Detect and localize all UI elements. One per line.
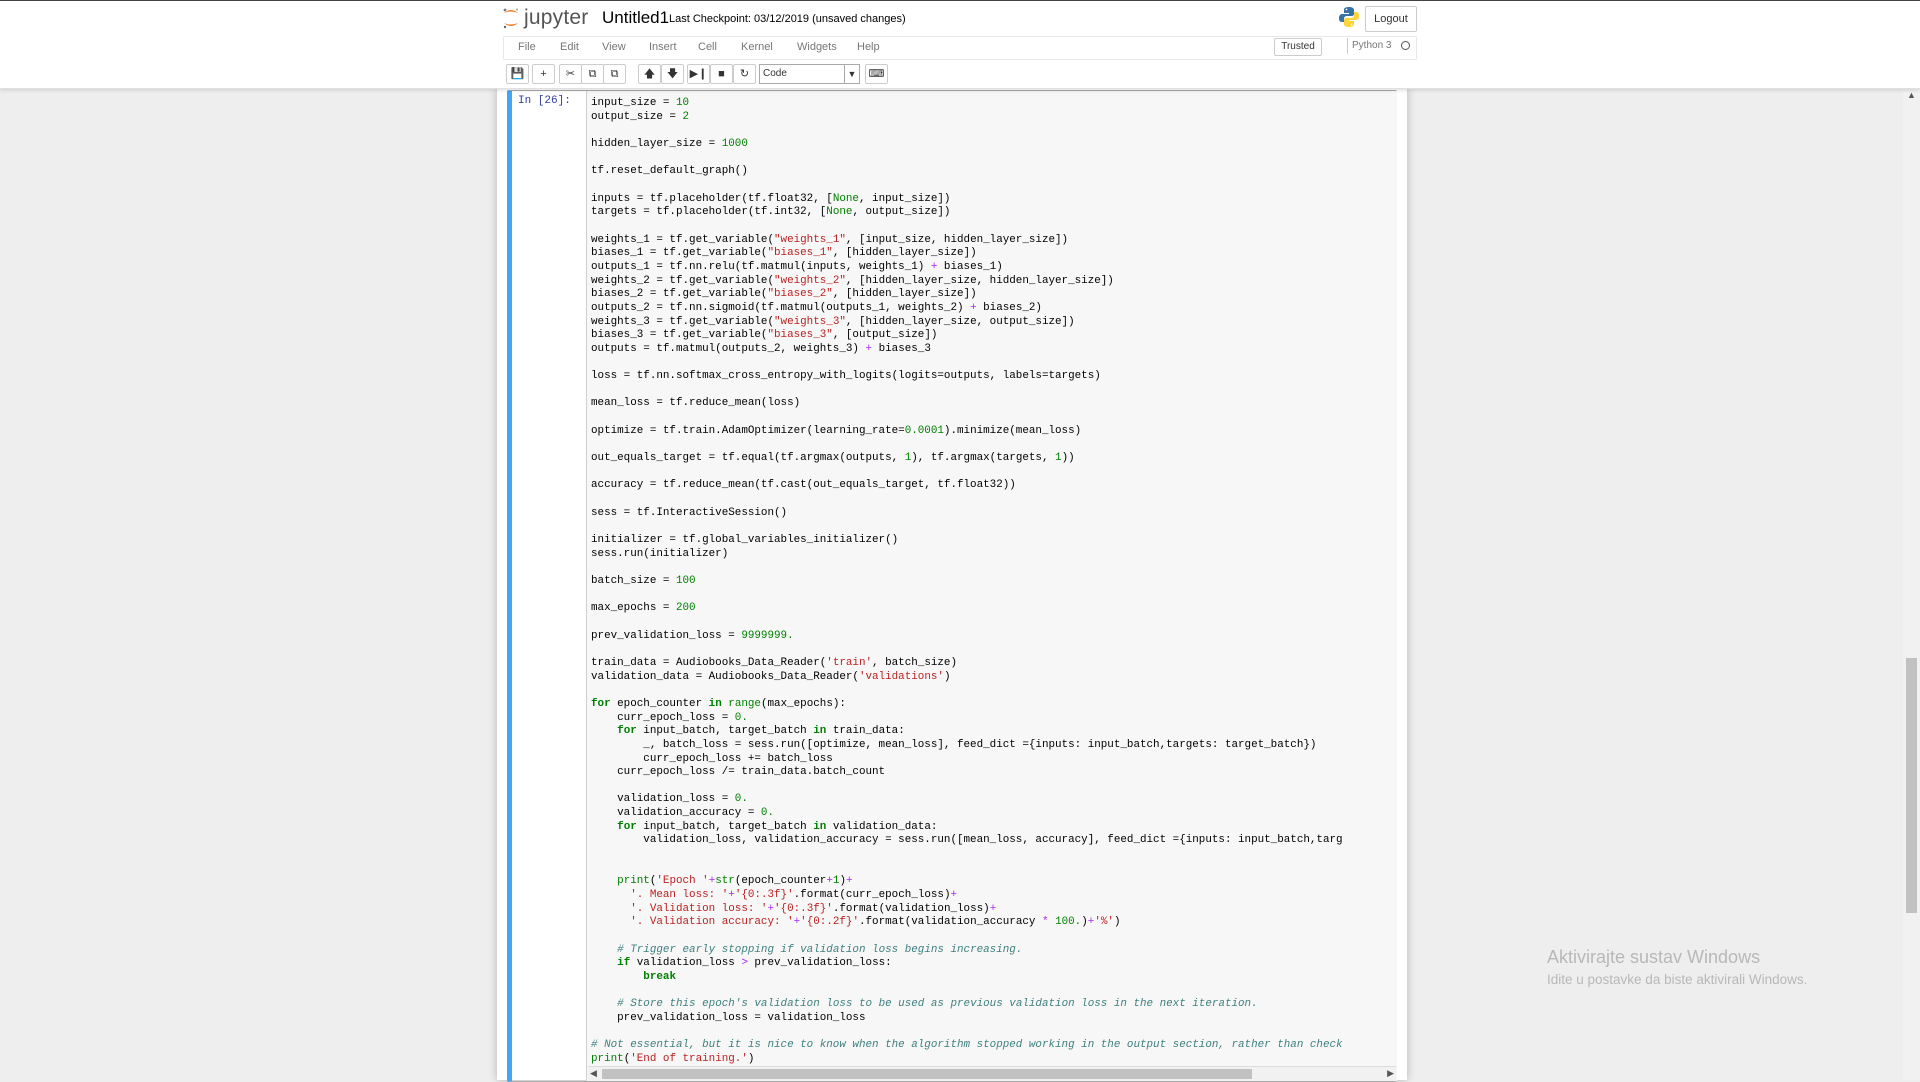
menu-kernel[interactable]: Kernel [741,41,773,53]
jupyter-logo-icon [503,8,518,29]
input-prompt: In [26]: [518,95,571,107]
header-top-bar: jupyter Untitled1 Last Checkpoint: 03/12… [0,0,1920,35]
copy-icon: ⧉ [588,68,597,80]
refresh-icon: ↻ [739,68,750,80]
notebook-container: In [26]: input_size = 10 output_size = 2… [497,88,1407,1082]
menu-widgets[interactable]: Widgets [797,41,837,53]
stop-icon: ■ [718,68,725,80]
insert-cell-button[interactable]: + [532,64,555,84]
kernel-divider [1347,38,1348,54]
plus-icon: + [540,68,547,80]
cut-icon: ✂ [565,68,576,80]
keyboard-icon: ⌨ [868,68,885,80]
kernel-idle-indicator-icon [1401,41,1410,50]
arrow-up-icon: 🡅 [643,68,656,80]
trusted-indicator[interactable]: Trusted [1274,38,1322,56]
windows-activation-title: Aktivirajte sustav Windows [1547,947,1761,967]
kernel-name: Python 3 [1352,40,1392,51]
vertical-scroll-thumb[interactable] [1906,658,1917,913]
menu-insert[interactable]: Insert [649,41,677,53]
code-editor[interactable]: input_size = 10 output_size = 2 hidden_l… [586,91,1397,1081]
move-cell-down-button[interactable]: 🡇 [661,64,684,84]
move-cell-up-button[interactable]: 🡅 [638,64,661,84]
save-button[interactable]: 💾 [506,64,529,84]
interrupt-kernel-button[interactable]: ■ [710,64,733,84]
arrow-down-icon: 🡇 [666,68,679,80]
menu-edit[interactable]: Edit [560,41,579,53]
windows-activation-subtitle: Idite u postavke da biste aktivirali Win… [1547,972,1808,987]
horizontal-scroll-thumb[interactable] [602,1069,1252,1079]
menu-file[interactable]: File [518,41,536,53]
step-forward-icon: ▶❙ [689,68,708,80]
jupyter-logo[interactable]: jupyter [502,4,588,32]
jupyter-logo-text: jupyter [524,6,589,29]
horizontal-scrollbar[interactable]: ◀ ▶ [588,1066,1396,1081]
paste-icon: ⧉ [610,68,619,80]
command-palette-button[interactable]: ⌨ [865,64,888,84]
menu-view[interactable]: View [602,41,626,53]
run-cell-button[interactable]: ▶❙ [687,64,710,84]
notebook-header: jupyter Untitled1 Last Checkpoint: 03/12… [0,0,1920,89]
scroll-left-icon[interactable]: ◀ [590,1068,597,1079]
chevron-down-icon: ▼ [844,65,859,83]
cell-type-value: Code [763,68,787,79]
notebook-name[interactable]: Untitled1 [602,8,669,28]
save-icon: 💾 [510,68,525,80]
logout-button[interactable]: Logout [1365,6,1417,32]
paste-cell-button[interactable]: ⧉ [603,64,626,84]
menu-help[interactable]: Help [857,41,880,53]
code-text[interactable]: input_size = 10 output_size = 2 hidden_l… [591,97,1343,1067]
page-vertical-scrollbar[interactable]: ▲ [1903,88,1920,1080]
python-logo-icon [1338,6,1360,33]
menu-cell[interactable]: Cell [698,41,717,53]
cut-cell-button[interactable]: ✂ [559,64,582,84]
cell-type-select[interactable]: Code ▼ [759,64,860,84]
scroll-up-icon[interactable]: ▲ [1907,90,1916,100]
copy-cell-button[interactable]: ⧉ [581,64,604,84]
code-cell[interactable]: In [26]: input_size = 10 output_size = 2… [507,90,1397,1082]
scroll-right-icon[interactable]: ▶ [1387,1068,1394,1079]
restart-kernel-button[interactable]: ↻ [733,64,756,84]
checkpoint-status: Last Checkpoint: 03/12/2019 (unsaved cha… [669,13,906,25]
